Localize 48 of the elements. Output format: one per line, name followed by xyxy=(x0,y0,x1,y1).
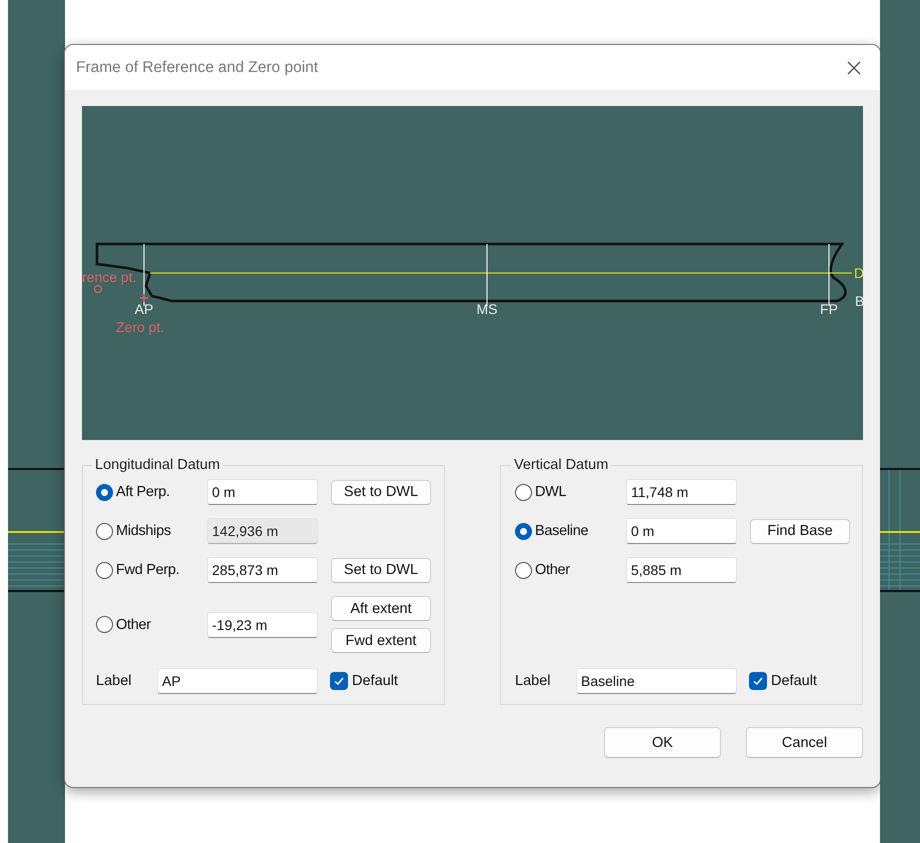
radio-label[interactable]: Other xyxy=(535,562,570,578)
reference-marker xyxy=(94,284,102,294)
label-caption: Label xyxy=(515,673,552,689)
value-field[interactable]: 11,748 m xyxy=(626,479,737,505)
close-icon[interactable] xyxy=(846,60,862,76)
zero-marker xyxy=(139,293,149,303)
radio-button[interactable] xyxy=(96,562,113,578)
value-field[interactable]: 285,873 m xyxy=(207,557,318,583)
default-checkbox[interactable] xyxy=(330,672,348,690)
station-label: FP xyxy=(820,301,838,317)
window-title: Frame of Reference and Zero point xyxy=(76,58,320,76)
value-field[interactable]: -19,23 m xyxy=(207,612,318,638)
group-title: Vertical Datum xyxy=(513,457,610,473)
radio-label[interactable]: DWL xyxy=(535,484,566,500)
group-title: Longitudinal Datum xyxy=(94,457,221,473)
radio-button[interactable] xyxy=(515,484,532,500)
station-label: AP xyxy=(134,301,154,317)
label-field[interactable]: AP xyxy=(157,668,318,694)
action-button[interactable]: Fwd extent xyxy=(331,628,431,653)
radio-label[interactable]: Fwd Perp. xyxy=(116,562,180,578)
radio-button[interactable] xyxy=(515,522,532,540)
radio-label[interactable]: Aft Perp. xyxy=(116,484,170,500)
radio-label[interactable]: Baseline xyxy=(535,523,588,539)
action-button[interactable]: Set to DWL xyxy=(331,558,431,582)
radio-button[interactable] xyxy=(96,616,113,633)
reference-label: rence pt. xyxy=(82,269,136,285)
action-button[interactable]: Find Base xyxy=(750,518,850,544)
station-label: MS xyxy=(476,301,498,317)
checkmark-icon xyxy=(752,675,764,687)
label-caption: Label xyxy=(96,673,132,689)
cancel-button[interactable]: Cancel xyxy=(746,727,863,758)
action-button[interactable]: Set to DWL xyxy=(331,480,431,504)
checkbox-label[interactable]: Default xyxy=(352,673,398,689)
value-field[interactable]: 0 m xyxy=(626,518,737,544)
checkmark-icon xyxy=(333,675,345,687)
ok-button[interactable]: OK xyxy=(604,727,721,758)
value-field[interactable]: 0 m xyxy=(207,479,318,505)
default-checkbox[interactable] xyxy=(749,672,767,690)
label-field[interactable]: Baseline xyxy=(576,668,737,694)
value-field[interactable]: 5,885 m xyxy=(626,557,737,583)
radio-button[interactable] xyxy=(515,562,532,578)
radio-button[interactable] xyxy=(96,484,113,500)
station-line xyxy=(828,244,830,306)
checkbox-label[interactable]: Default xyxy=(771,673,817,689)
zero-label: Zero pt. xyxy=(116,319,164,335)
station-line xyxy=(486,244,488,306)
action-button[interactable]: Aft extent xyxy=(331,596,431,621)
radio-label[interactable]: Other xyxy=(116,616,151,632)
